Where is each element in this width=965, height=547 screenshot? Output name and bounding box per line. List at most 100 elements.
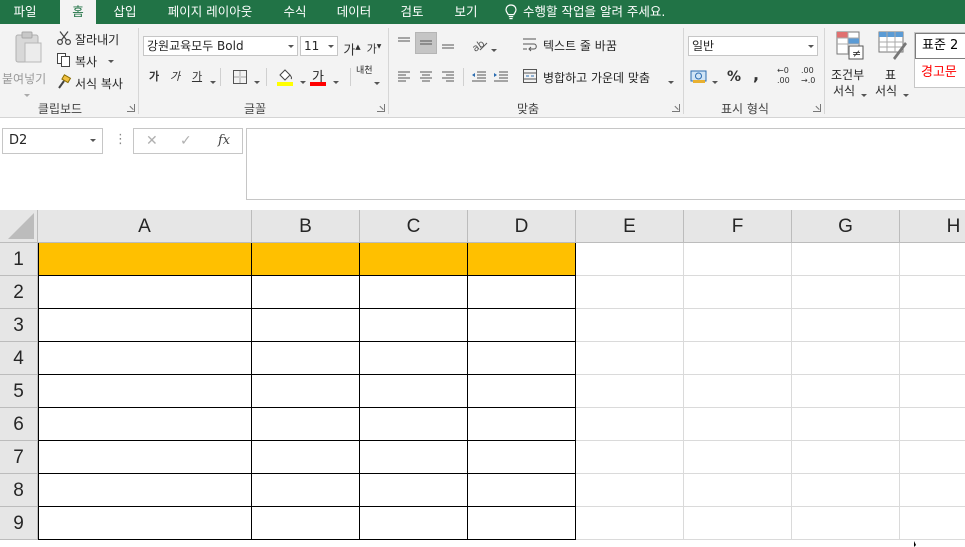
cell-e8[interactable] bbox=[576, 474, 684, 507]
clipboard-launcher-icon[interactable] bbox=[127, 104, 135, 112]
phonetic-button[interactable]: 내천 bbox=[356, 66, 382, 88]
row-header-2[interactable]: 2 bbox=[0, 276, 38, 309]
font-color-button[interactable]: 가 bbox=[309, 66, 345, 88]
tell-me-box[interactable]: 수행할 작업을 알려 주세요. bbox=[505, 0, 665, 24]
tab-data[interactable]: 데이터 bbox=[328, 0, 380, 24]
cell-d4[interactable] bbox=[468, 342, 576, 375]
number-format-combo[interactable]: 일반 bbox=[688, 36, 818, 56]
font-size-combo[interactable]: 11 bbox=[300, 36, 338, 56]
cell-a3[interactable] bbox=[38, 309, 252, 342]
tab-formulas[interactable]: 수식 bbox=[275, 0, 315, 24]
cell-f4[interactable] bbox=[684, 342, 792, 375]
align-left-button[interactable] bbox=[393, 66, 415, 88]
select-all-button[interactable] bbox=[0, 210, 38, 243]
cell-d7[interactable] bbox=[468, 441, 576, 474]
cell-f1[interactable] bbox=[684, 243, 792, 276]
orientation-button[interactable]: ab bbox=[470, 36, 498, 54]
cell-c3[interactable] bbox=[360, 309, 468, 342]
cell-b9[interactable] bbox=[252, 507, 360, 540]
column-header-h[interactable]: H bbox=[900, 210, 965, 243]
percent-style-button[interactable]: % bbox=[723, 66, 745, 88]
cell-c8[interactable] bbox=[360, 474, 468, 507]
cell-g9[interactable] bbox=[792, 507, 900, 540]
cell-a6[interactable] bbox=[38, 408, 252, 441]
cell-c1[interactable] bbox=[360, 243, 468, 276]
align-top-button[interactable] bbox=[393, 32, 415, 54]
tab-page-layout[interactable]: 페이지 레이아웃 bbox=[155, 0, 265, 24]
cell-d3[interactable] bbox=[468, 309, 576, 342]
row-header-9[interactable]: 9 bbox=[0, 507, 38, 540]
tab-home[interactable]: 홈 bbox=[60, 0, 96, 24]
cell-a7[interactable] bbox=[38, 441, 252, 474]
cell-f2[interactable] bbox=[684, 276, 792, 309]
increase-decimal-button[interactable]: ←0 .00 bbox=[773, 66, 795, 88]
decrease-indent-button[interactable] bbox=[468, 66, 490, 88]
cell-c6[interactable] bbox=[360, 408, 468, 441]
cell-h9[interactable] bbox=[900, 507, 965, 540]
font-launcher-icon[interactable] bbox=[377, 104, 385, 112]
cell-g6[interactable] bbox=[792, 408, 900, 441]
cell-a5[interactable] bbox=[38, 375, 252, 408]
bold-button[interactable]: 가 bbox=[143, 66, 165, 88]
cell-e3[interactable] bbox=[576, 309, 684, 342]
cell-h7[interactable] bbox=[900, 441, 965, 474]
cell-f7[interactable] bbox=[684, 441, 792, 474]
underline-button[interactable]: 가 bbox=[186, 66, 208, 88]
alignment-launcher-icon[interactable] bbox=[672, 104, 680, 112]
column-header-d[interactable]: D bbox=[468, 210, 576, 243]
cell-d2[interactable] bbox=[468, 276, 576, 309]
cell-g4[interactable] bbox=[792, 342, 900, 375]
cell-a8[interactable] bbox=[38, 474, 252, 507]
cell-d9[interactable] bbox=[468, 507, 576, 540]
increase-indent-button[interactable] bbox=[490, 66, 512, 88]
column-header-b[interactable]: B bbox=[252, 210, 360, 243]
wrap-text-button[interactable]: 텍스트 줄 바꿈 bbox=[522, 36, 642, 54]
name-box[interactable]: D2 bbox=[2, 128, 103, 154]
cell-c2[interactable] bbox=[360, 276, 468, 309]
row-header-4[interactable]: 4 bbox=[0, 342, 38, 375]
cell-d8[interactable] bbox=[468, 474, 576, 507]
row-header-8[interactable]: 8 bbox=[0, 474, 38, 507]
tab-insert[interactable]: 삽입 bbox=[105, 0, 145, 24]
cell-b5[interactable] bbox=[252, 375, 360, 408]
align-center-button[interactable] bbox=[415, 66, 437, 88]
cell-h3[interactable] bbox=[900, 309, 965, 342]
cell-g1[interactable] bbox=[792, 243, 900, 276]
tab-view[interactable]: 보기 bbox=[445, 0, 487, 24]
cell-e2[interactable] bbox=[576, 276, 684, 309]
cell-e1[interactable] bbox=[576, 243, 684, 276]
cell-e4[interactable] bbox=[576, 342, 684, 375]
cell-c5[interactable] bbox=[360, 375, 468, 408]
row-header-1[interactable]: 1 bbox=[0, 243, 38, 276]
enter-entry-icon[interactable]: ✓ bbox=[180, 129, 192, 153]
comma-style-button[interactable]: , bbox=[745, 64, 767, 86]
cell-a4[interactable] bbox=[38, 342, 252, 375]
row-header-5[interactable]: 5 bbox=[0, 375, 38, 408]
formula-input[interactable] bbox=[246, 128, 965, 200]
cancel-entry-icon[interactable]: ✕ bbox=[146, 129, 158, 153]
cell-g2[interactable] bbox=[792, 276, 900, 309]
cell-b4[interactable] bbox=[252, 342, 360, 375]
row-header-7[interactable]: 7 bbox=[0, 441, 38, 474]
cell-e9[interactable] bbox=[576, 507, 684, 540]
merge-center-button[interactable]: 병합하고 가운데 맞춤 bbox=[522, 68, 682, 86]
cell-h8[interactable] bbox=[900, 474, 965, 507]
conditional-formatting-button[interactable]: ≠ 조건부 서식 bbox=[829, 30, 871, 98]
decrease-decimal-button[interactable]: .00 →.0 bbox=[797, 66, 819, 88]
cell-b8[interactable] bbox=[252, 474, 360, 507]
borders-button[interactable] bbox=[230, 68, 264, 86]
column-header-c[interactable]: C bbox=[360, 210, 468, 243]
cell-g5[interactable] bbox=[792, 375, 900, 408]
tab-file[interactable]: 파일 bbox=[0, 0, 50, 24]
cell-a1[interactable] bbox=[38, 243, 252, 276]
column-header-f[interactable]: F bbox=[684, 210, 792, 243]
fill-color-button[interactable] bbox=[274, 66, 310, 88]
font-name-combo[interactable]: 강원교육모두 Bold bbox=[143, 36, 298, 56]
accounting-format-button[interactable] bbox=[690, 68, 722, 88]
cell-h4[interactable] bbox=[900, 342, 965, 375]
cell-d1[interactable] bbox=[468, 243, 576, 276]
underline-dropdown-icon[interactable] bbox=[210, 81, 216, 84]
format-painter-button[interactable]: 서식 복사 bbox=[56, 74, 136, 92]
cell-h2[interactable] bbox=[900, 276, 965, 309]
cell-a2[interactable] bbox=[38, 276, 252, 309]
